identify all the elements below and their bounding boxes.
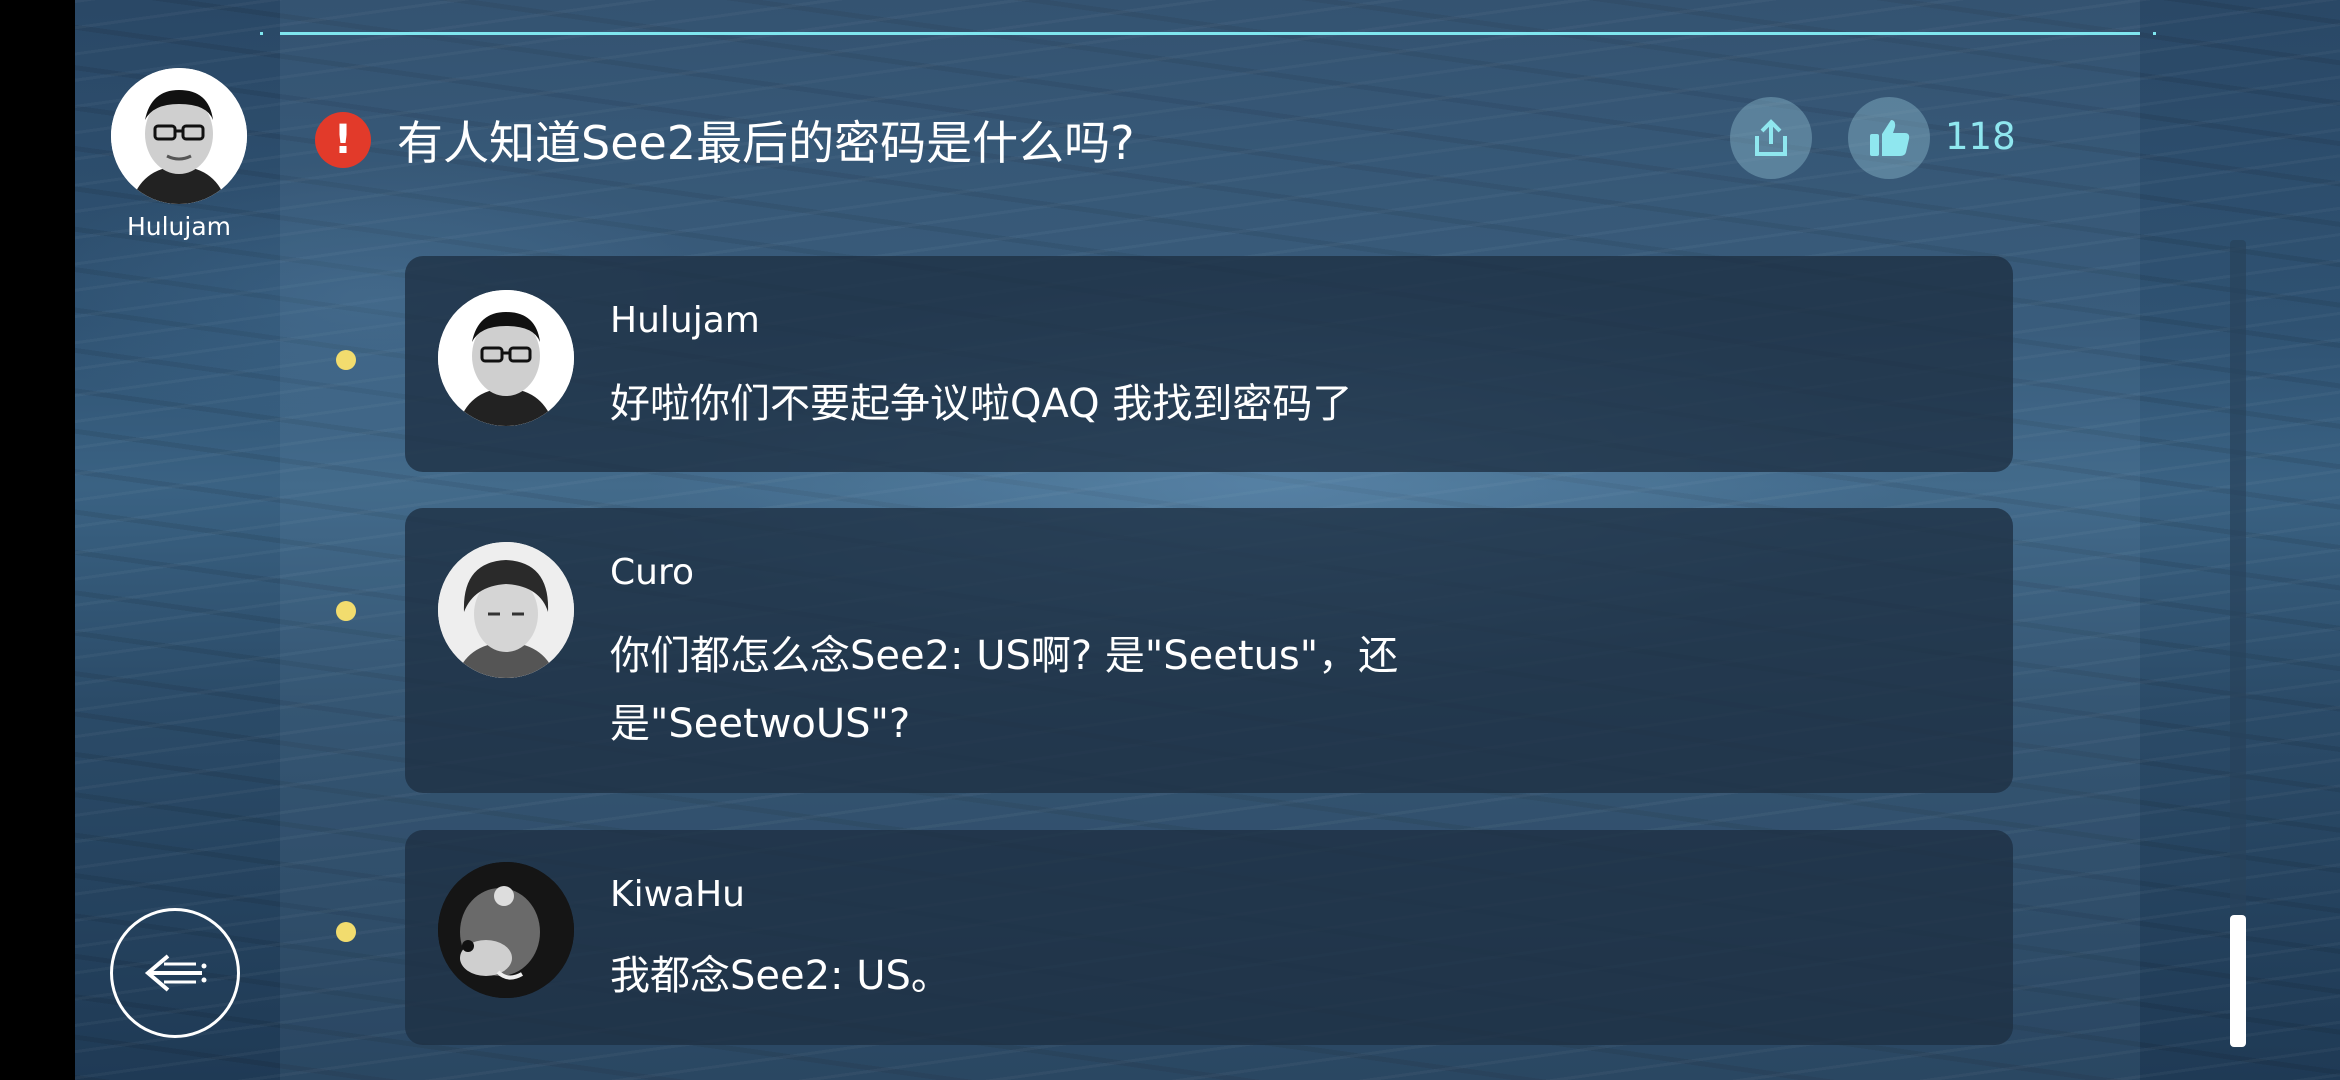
comment-avatar[interactable] <box>438 542 574 678</box>
panel-top-line <box>280 32 2140 35</box>
comment-card[interactable]: Curo 你们都怎么念See2: US啊? 是"Seetus"，还是"Seetw… <box>405 508 2013 793</box>
comment-author: Curo <box>610 552 694 593</box>
poster-profile[interactable]: Hulujam <box>109 68 249 241</box>
thumbs-up-icon <box>1870 120 1910 156</box>
left-black-bar <box>0 0 75 1080</box>
share-button[interactable] <box>1730 97 1812 179</box>
like-button[interactable] <box>1848 97 1930 179</box>
comment-text: 好啦你们不要起争议啦QAQ 我找到密码了 <box>610 381 1353 427</box>
comment-author: KiwaHu <box>610 874 745 915</box>
back-button[interactable] <box>110 908 240 1038</box>
comment-card[interactable]: Hulujam 好啦你们不要起争议啦QAQ 我找到密码了 <box>405 256 2013 472</box>
panel-corner-dot-right <box>2153 32 2156 35</box>
thread-title-row: ! 有人知道See2最后的密码是什么吗? <box>315 108 1134 172</box>
poster-avatar[interactable] <box>111 68 247 204</box>
comment-text: 我都念See2: US。 <box>610 953 951 999</box>
comment-author: Hulujam <box>610 300 760 341</box>
poster-name: Hulujam <box>126 212 232 241</box>
share-icon <box>1755 119 1787 156</box>
like-count: 118 <box>1945 115 2016 158</box>
scrollbar-thumb[interactable] <box>2230 915 2246 1047</box>
comment-text: 你们都怎么念See2: US啊? 是"Seetus"，还是"SeetwoUS"? <box>610 633 1399 747</box>
comment-avatar[interactable] <box>438 862 574 998</box>
panel-corner-dot-left <box>260 32 263 35</box>
comment-bullet <box>336 922 356 942</box>
comment-avatar[interactable] <box>438 290 574 426</box>
comment-card[interactable]: KiwaHu 我都念See2: US。 <box>405 830 2013 1045</box>
thread-title: 有人知道See2最后的密码是什么吗? <box>397 116 1135 170</box>
comment-bullet <box>336 601 356 621</box>
back-arrow-icon <box>144 954 207 992</box>
forum-thread-screen: Hulujam ! 有人知道See2最后的密码是什么吗? 118 Hulujam… <box>75 0 2340 1080</box>
comment-bullet <box>336 350 356 370</box>
exclamation-icon: ! <box>315 112 371 168</box>
